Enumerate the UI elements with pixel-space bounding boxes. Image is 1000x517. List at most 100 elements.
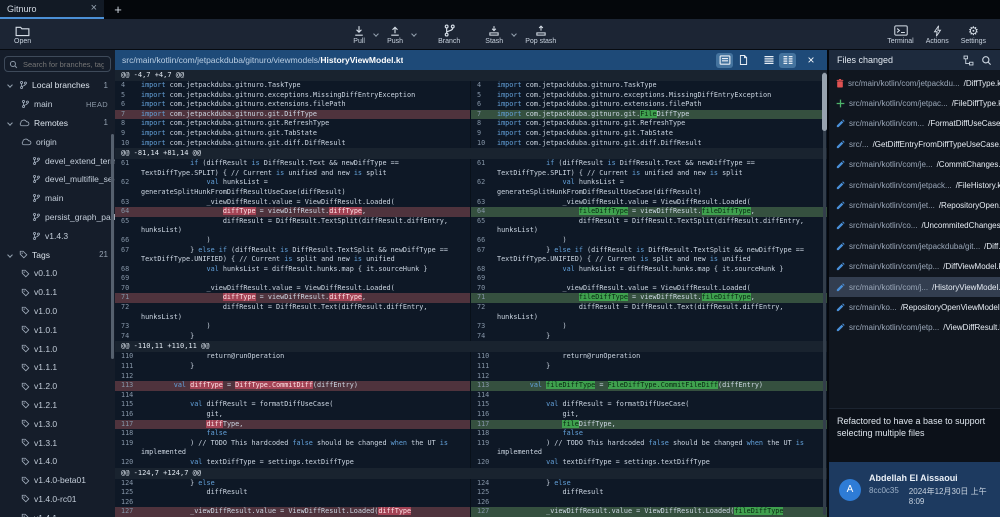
tree-item-main[interactable]: mainHEAD bbox=[0, 95, 115, 114]
search-files-icon[interactable] bbox=[981, 55, 992, 66]
diff-file-path: src/main/kotlin/com/jetpackduba/gitnuro/… bbox=[122, 55, 403, 65]
new-line: 9import com.jetpackduba.gitnuro.git.TabS… bbox=[471, 129, 827, 139]
new-tab-button[interactable]: + bbox=[104, 0, 132, 19]
full-file-view-icon[interactable] bbox=[716, 53, 733, 68]
pop-stash-button[interactable]: Pop stash bbox=[519, 23, 562, 45]
line-number: 125 bbox=[115, 488, 141, 498]
code-line: } else bbox=[141, 479, 470, 489]
diff-line-68: 68 val hunksList = diffResult.hunks.map … bbox=[115, 265, 827, 275]
line-number: 7 bbox=[115, 110, 141, 120]
line-number: 62 bbox=[115, 178, 141, 197]
tree-item-label: devel_multifile_select bbox=[45, 174, 115, 184]
line-number: 63 bbox=[471, 198, 497, 208]
old-line: 7import com.jetpackduba.gitnuro.git.Diff… bbox=[115, 110, 471, 120]
tree-item-v0-1-1[interactable]: v0.1.1 bbox=[0, 283, 115, 302]
tree-item-v1-1-0[interactable]: v1.1.0 bbox=[0, 339, 115, 358]
tree-item-v1-4-1[interactable]: v1.4.1 bbox=[0, 508, 115, 517]
push-dropdown-chevron-icon[interactable] bbox=[411, 31, 417, 37]
file-row-commitchanges-kt[interactable]: src/main/kotlin/com/je.../CommitChanges.… bbox=[829, 155, 1000, 175]
tree-item-v1-3-0[interactable]: v1.3.0 bbox=[0, 414, 115, 433]
unified-view-icon[interactable] bbox=[760, 53, 777, 68]
stash-dropdown-chevron-icon[interactable] bbox=[511, 31, 517, 37]
file-row-diffviewmodel-kt[interactable]: src/main/kotlin/com/jetp.../DiffViewMode… bbox=[829, 257, 1000, 277]
head-badge: HEAD bbox=[86, 100, 115, 109]
line-number: 70 bbox=[115, 284, 141, 294]
commit-author-bar[interactable]: A Abdellah El Aissaoui 8cc0c35 2024年12月3… bbox=[829, 462, 1000, 517]
document-icon[interactable] bbox=[735, 53, 752, 68]
diff-line-115: 115 val diffResult = formatDiffUseCase(1… bbox=[115, 400, 827, 410]
line-number: 111 bbox=[115, 362, 141, 372]
code-line: return@runOperation bbox=[141, 352, 470, 362]
branch-button[interactable]: Branch bbox=[432, 23, 466, 45]
tree-item-v1-4-0-beta01[interactable]: v1.4.0-beta01 bbox=[0, 471, 115, 490]
tree-item-v1-2-1[interactable]: v1.2.1 bbox=[0, 396, 115, 415]
tree-item-v0-1-0[interactable]: v0.1.0 bbox=[0, 264, 115, 283]
diff-scrollbar-track[interactable] bbox=[823, 72, 826, 515]
tag-icon bbox=[21, 476, 30, 485]
pull-dropdown-chevron-icon[interactable] bbox=[373, 31, 379, 37]
tab-close-icon[interactable]: × bbox=[91, 3, 97, 14]
close-diff-icon[interactable]: × bbox=[802, 53, 820, 67]
pencil-icon bbox=[836, 181, 845, 190]
open-button[interactable]: Open bbox=[8, 23, 37, 45]
tree-item-persist-graph-paddin[interactable]: persist_graph_paddin bbox=[0, 208, 115, 227]
search-input[interactable] bbox=[21, 59, 106, 70]
pencil-icon bbox=[836, 262, 845, 271]
cloud-icon bbox=[19, 119, 30, 127]
file-row-historyviewmodel-kt[interactable]: src/main/kotlin/com/j.../HistoryViewMode… bbox=[829, 277, 1000, 297]
group-by-directory-icon[interactable] bbox=[963, 55, 974, 66]
code-line: git, bbox=[497, 410, 827, 420]
file-row-diff-kt[interactable]: src/main/kotlin/com/jetpackduba/git.../D… bbox=[829, 236, 1000, 256]
old-line: 8import com.jetpackduba.gitnuro.git.Refr… bbox=[115, 119, 471, 129]
tree-item-v1-0-1[interactable]: v1.0.1 bbox=[0, 320, 115, 339]
file-row-getdiffentryfromdifftypeusecase-kt[interactable]: src/.../GetDiffEntryFromDiffTypeUseCase.… bbox=[829, 134, 1000, 154]
file-row-formatdiffusecase-kt[interactable]: src/main/kotlin/com.../FormatDiffUseCase… bbox=[829, 114, 1000, 134]
sidebar-section-tags[interactable]: Tags21 bbox=[0, 245, 115, 264]
tree-item-v1-4-0-rc01[interactable]: v1.4.0-rc01 bbox=[0, 490, 115, 509]
diff-line-73: 73 )73 ) bbox=[115, 322, 827, 332]
new-line: 127 _viewDiffResult.value = ViewDiffResu… bbox=[471, 507, 827, 517]
tree-item-origin[interactable]: origin bbox=[0, 132, 115, 151]
file-row-uncommitedchanges-kt[interactable]: src/main/kotlin/co.../UncommitedChanges.… bbox=[829, 216, 1000, 236]
new-line: 124 } else bbox=[471, 479, 827, 489]
pull-button[interactable]: Pull bbox=[347, 23, 371, 45]
tree-item-v1-4-3[interactable]: v1.4.3 bbox=[0, 226, 115, 245]
tree-item-v1-2-0[interactable]: v1.2.0 bbox=[0, 377, 115, 396]
file-row-filehistory-kt[interactable]: src/main/kotlin/com/jetpack.../FileHisto… bbox=[829, 175, 1000, 195]
push-label: Push bbox=[387, 38, 403, 45]
tree-item-devel-multifile-select[interactable]: devel_multifile_select bbox=[0, 170, 115, 189]
stash-button[interactable]: Stash bbox=[479, 23, 509, 45]
sidebar-section-local-branches[interactable]: Local branches1 bbox=[0, 76, 115, 95]
line-number: 8 bbox=[115, 119, 141, 129]
pop-stash-icon bbox=[535, 23, 547, 38]
repo-tab[interactable]: Gitnuro × bbox=[0, 0, 104, 19]
diff-line-69: 6969 bbox=[115, 274, 827, 284]
actions-button[interactable]: Actions bbox=[920, 23, 955, 45]
sidebar-scrollbar[interactable] bbox=[111, 134, 114, 359]
sidebar-section-remotes[interactable]: Remotes1 bbox=[0, 114, 115, 133]
diff-line-110: 110 return@runOperation110 return@runOpe… bbox=[115, 352, 827, 362]
line-number: 71 bbox=[115, 293, 141, 303]
sidebar-search-box[interactable] bbox=[4, 56, 111, 72]
tree-item-devel-extend-termina[interactable]: devel_extend_termina bbox=[0, 151, 115, 170]
file-row-filedifftype-kt[interactable]: src/main/kotlin/com/jetpac.../FileDiffTy… bbox=[829, 93, 1000, 113]
tree-item-v1-3-1[interactable]: v1.3.1 bbox=[0, 433, 115, 452]
file-row-viewdiffresult-kt[interactable]: src/main/kotlin/com/jetp.../ViewDiffResu… bbox=[829, 318, 1000, 338]
diff-line-61: 61 if (diffResult is DiffResult.Text && … bbox=[115, 159, 827, 178]
terminal-button[interactable]: Terminal bbox=[881, 23, 919, 45]
pencil-icon bbox=[836, 119, 845, 128]
file-row-repositoryopenviewmodel-kt[interactable]: src/main/ko.../RepositoryOpenViewModel.k… bbox=[829, 297, 1000, 317]
tree-item-v1-1-1[interactable]: v1.1.1 bbox=[0, 358, 115, 377]
tree-item-v1-0-0[interactable]: v1.0.0 bbox=[0, 302, 115, 321]
old-line: 4import com.jetpackduba.gitnuro.TaskType bbox=[115, 81, 471, 91]
terminal-icon bbox=[894, 23, 908, 38]
file-row-difftype-kt[interactable]: src/main/kotlin/com/jetpackdu.../DiffTyp… bbox=[829, 73, 1000, 93]
file-row-repositoryopen-kt[interactable]: src/main/kotlin/com/jet.../RepositoryOpe… bbox=[829, 195, 1000, 215]
old-line: 61 if (diffResult is DiffResult.Text && … bbox=[115, 159, 471, 178]
split-view-icon[interactable] bbox=[779, 53, 796, 68]
tree-item-v1-4-0[interactable]: v1.4.0 bbox=[0, 452, 115, 471]
push-button[interactable]: Push bbox=[381, 23, 409, 45]
diff-scrollbar-thumb[interactable] bbox=[822, 73, 827, 131]
tree-item-main[interactable]: main bbox=[0, 189, 115, 208]
settings-button[interactable]: ⚙ Settings bbox=[955, 23, 992, 45]
